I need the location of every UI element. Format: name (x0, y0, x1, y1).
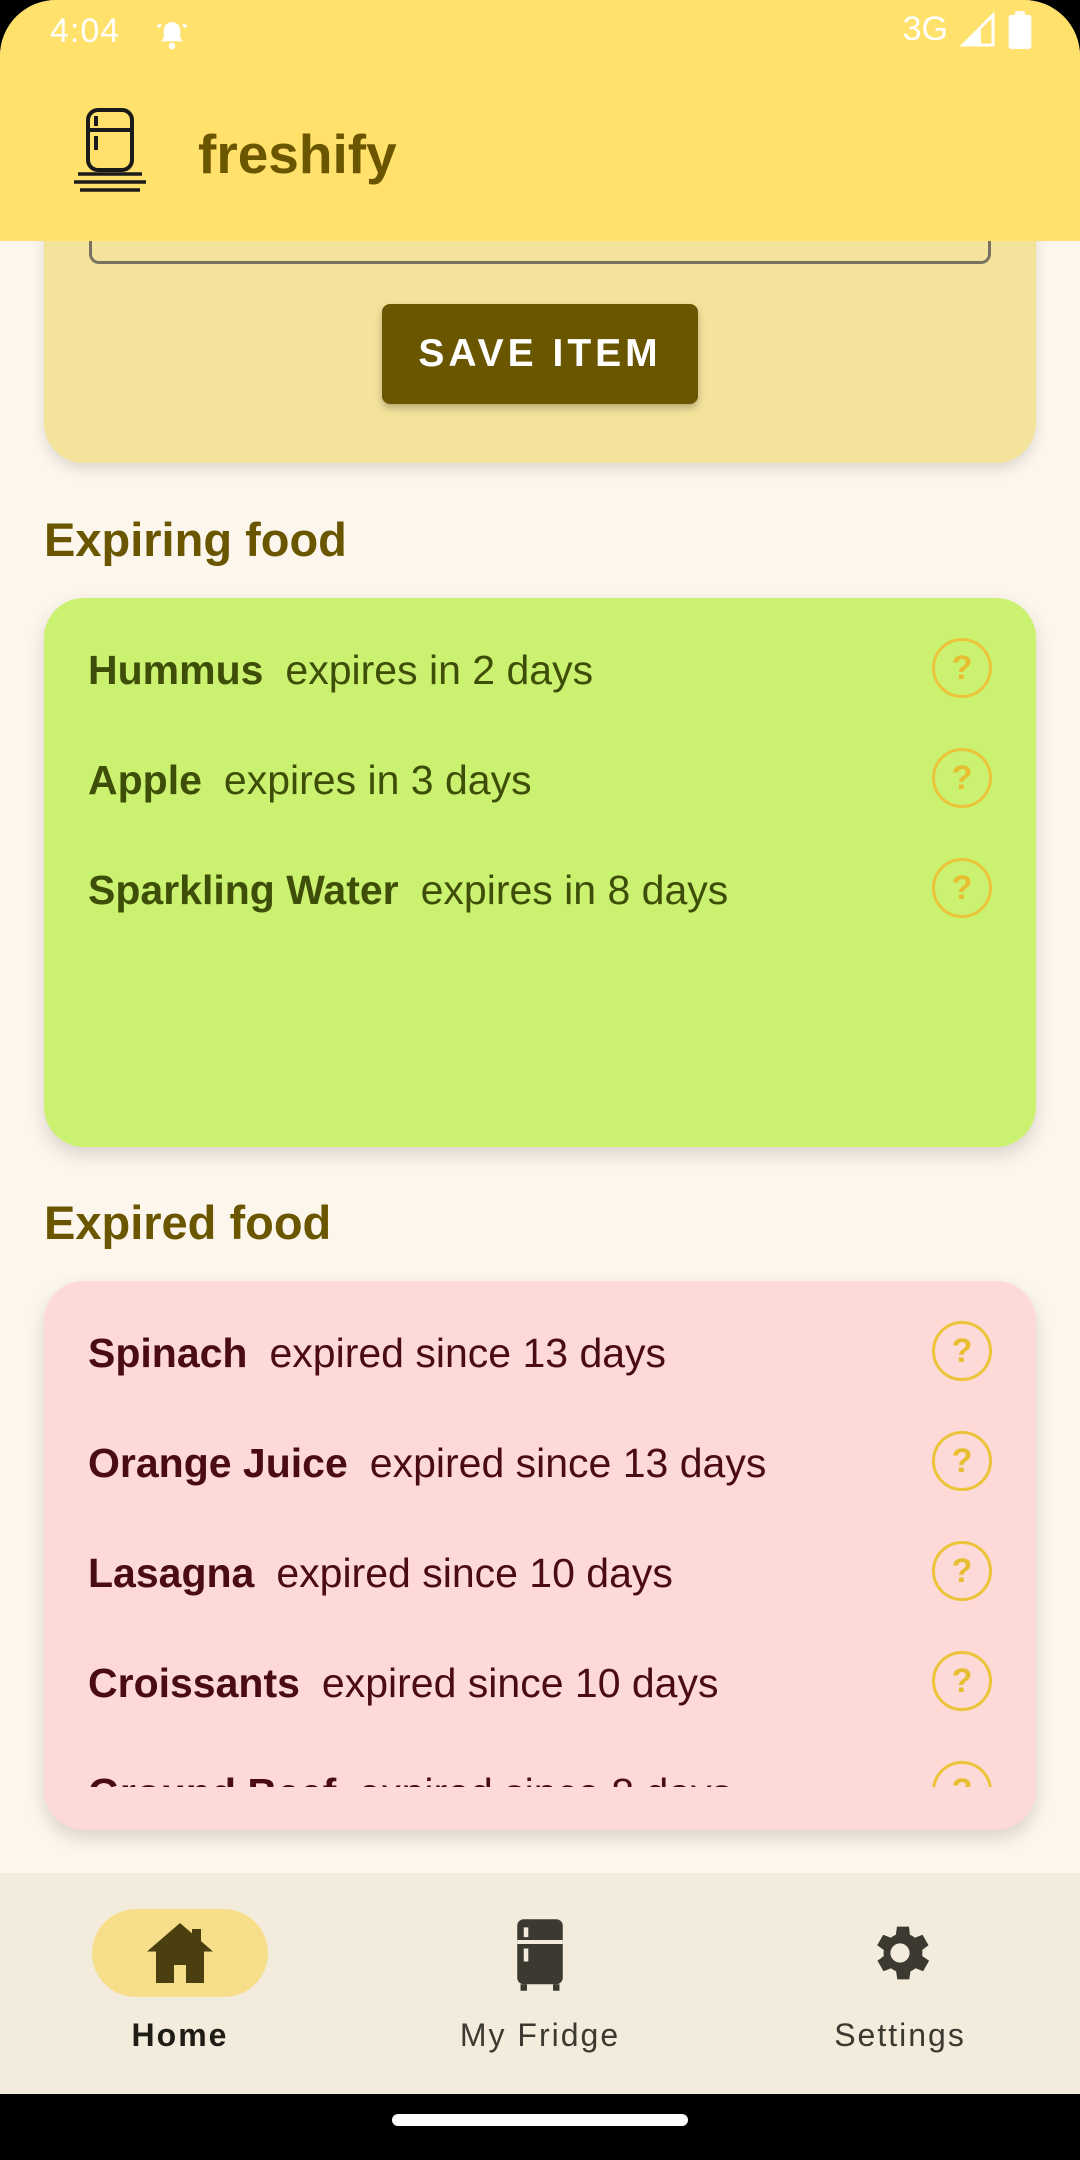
food-name: Orange Juice (88, 1439, 348, 1486)
gesture-handle[interactable] (392, 2114, 688, 2126)
help-icon[interactable]: ? (932, 1761, 992, 1787)
food-name: Croissants (88, 1659, 300, 1706)
food-expiry-status: expired since 10 days (276, 1549, 673, 1596)
nav-label-home: Home (131, 2017, 229, 2053)
expiring-food-card: Hummus expires in 2 days ? Apple expires… (44, 598, 1036, 1147)
top-app-bar: 4:04 3G freshify (0, 0, 1080, 241)
help-icon[interactable]: ? (932, 638, 992, 698)
food-name: Ground Beef (88, 1770, 336, 1788)
food-expiry-status: expired since 8 days (358, 1770, 732, 1788)
battery-icon (1008, 10, 1032, 49)
food-name: Sparkling Water (88, 866, 399, 913)
food-expiry-status: expired since 13 days (269, 1329, 667, 1376)
food-expiry-status: expired since 10 days (321, 1659, 719, 1706)
fridge-icon (517, 1919, 563, 1991)
expired-food-title: Expired food (44, 1196, 332, 1249)
expiring-row-2[interactable]: Sparkling Water expires in 8 days ? (88, 850, 992, 930)
network-type: 3G (902, 10, 948, 48)
signal-icon (960, 11, 995, 46)
help-icon[interactable]: ? (932, 1651, 992, 1711)
expired-row-1[interactable]: Orange Juice expired since 13 days ? (88, 1423, 992, 1503)
app-title: freshify (198, 123, 397, 185)
food-name: Apple (88, 756, 202, 803)
nav-item-home[interactable]: Home (0, 1873, 360, 2053)
nav-item-my-fridge[interactable]: My Fridge (360, 1873, 720, 2053)
help-icon[interactable]: ? (932, 1541, 992, 1601)
status-time: 4:04 (50, 12, 121, 50)
nav-label-settings: Settings (834, 2017, 966, 2053)
food-expiry-status: expires in 8 days (420, 866, 729, 913)
expiring-row-0[interactable]: Hummus expires in 2 days ? (88, 630, 992, 710)
help-icon[interactable]: ? (932, 748, 992, 808)
food-name: Spinach (88, 1329, 248, 1376)
fridge-logo-icon (74, 108, 146, 192)
expiring-row-1[interactable]: Apple expires in 3 days ? (88, 740, 992, 820)
save-item-button[interactable]: SAVE ITEM (382, 304, 698, 404)
help-icon[interactable]: ? (932, 1321, 992, 1381)
gear-icon (877, 1926, 930, 1980)
expired-row-0[interactable]: Spinach expired since 13 days ? (88, 1313, 992, 1393)
bottom-navigation: Home My Fridge Settings (0, 1873, 1080, 2094)
status-icons: 3G (903, 10, 1032, 49)
food-expiry-status: expires in 3 days (223, 756, 532, 803)
expired-row-4[interactable]: Ground Beef expired since 8 days ? (88, 1753, 992, 1787)
nav-item-settings[interactable]: Settings (720, 1873, 1080, 2053)
help-icon[interactable]: ? (932, 1431, 992, 1491)
food-name: Lasagna (88, 1549, 255, 1596)
scroll-content[interactable]: SAVE ITEM Expiring food Hummus expires i… (0, 0, 1080, 1873)
food-expiry-status: expired since 13 days (369, 1439, 767, 1486)
notification-icon (156, 22, 188, 50)
nav-label-my-fridge: My Fridge (459, 2017, 621, 2053)
help-icon[interactable]: ? (932, 858, 992, 918)
expired-row-2[interactable]: Lasagna expired since 10 days ? (88, 1533, 992, 1613)
food-name: Hummus (88, 646, 264, 693)
food-expiry-status: expires in 2 days (285, 646, 594, 693)
expired-food-card: Spinach expired since 13 days ? Orange J… (44, 1281, 1036, 1830)
screen: SAVE ITEM Expiring food Hummus expires i… (0, 0, 1080, 2094)
home-icon (147, 1923, 213, 1983)
expired-row-3[interactable]: Croissants expired since 10 days ? (88, 1643, 992, 1723)
expired-list[interactable]: Spinach expired since 13 days ? Orange J… (44, 1281, 1036, 1787)
expiring-food-title: Expiring food (44, 513, 347, 566)
